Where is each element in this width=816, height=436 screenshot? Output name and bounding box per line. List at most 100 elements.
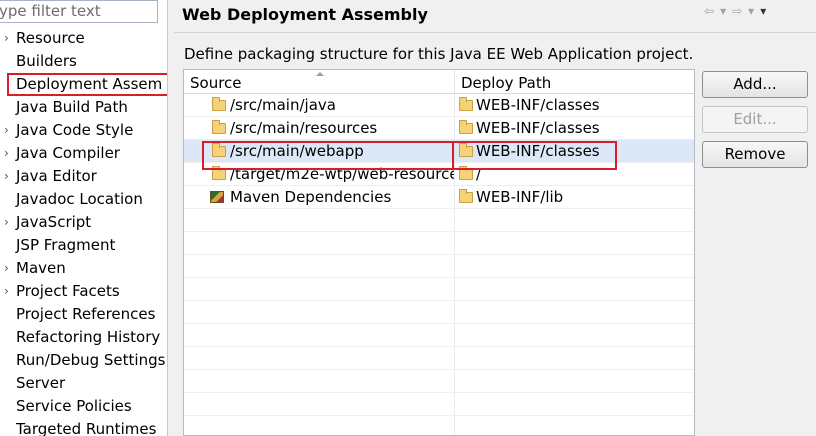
tree-item-run-debug-settings[interactable]: Run/Debug Settings [0, 349, 167, 372]
folder-icon [459, 166, 473, 180]
pane-sash[interactable] [168, 0, 173, 436]
tree-item-label: Java Compiler [16, 144, 120, 162]
column-header-label: Source [190, 74, 242, 92]
tree-item-jsp-fragment[interactable]: JSP Fragment [0, 234, 167, 257]
tree-item-label: Javadoc Location [16, 190, 143, 208]
deploy-path-cell: WEB-INF/classes [476, 96, 600, 114]
expand-arrow-icon[interactable]: › [4, 27, 14, 50]
table-row-selected[interactable]: /src/main/webapp WEB-INF/classes [184, 140, 694, 163]
back-arrow-icon[interactable]: ⇦ [704, 2, 714, 20]
folder-icon [459, 189, 473, 203]
folder-icon [459, 120, 473, 134]
tree-item-resource[interactable]: › Resource [0, 27, 167, 50]
properties-tree: › Resource Builders Deployment Assem Java… [0, 27, 167, 436]
table-row[interactable]: /src/main/java WEB-INF/classes [184, 94, 694, 117]
table-row-empty [184, 301, 694, 324]
tree-item-server[interactable]: Server [0, 372, 167, 395]
folder-icon [459, 97, 473, 111]
tree-item-javadoc-location[interactable]: Javadoc Location [0, 188, 167, 211]
deployment-assembly-table[interactable]: Source Deploy Path /src/main/java WEB-IN… [183, 69, 695, 436]
deploy-path-cell: / [476, 165, 482, 183]
tree-item-label: Run/Debug Settings [16, 351, 166, 369]
header-separator [174, 32, 816, 33]
tree-item-deployment-assembly[interactable]: Deployment Assem [7, 73, 167, 96]
tree-item-label: Service Policies [16, 397, 132, 415]
tree-item-java-compiler[interactable]: › Java Compiler [0, 142, 167, 165]
table-row[interactable]: /target/m2e-wtp/web-resources / [184, 163, 694, 186]
table-row-empty [184, 255, 694, 278]
source-cell: /src/main/java [230, 96, 336, 114]
tree-item-project-references[interactable]: Project References [0, 303, 167, 326]
folder-icon [212, 97, 226, 111]
view-menu-icon[interactable]: ▾ [760, 2, 766, 20]
table-row-empty [184, 232, 694, 255]
tree-item-label: Deployment Assem [16, 75, 163, 93]
table-header: Source Deploy Path [184, 70, 694, 94]
column-header-source[interactable]: Source [184, 70, 454, 94]
expand-arrow-icon[interactable]: › [4, 165, 14, 188]
deploy-path-cell: WEB-INF/lib [476, 188, 564, 206]
tree-item-builders[interactable]: Builders [0, 50, 167, 73]
folder-icon [212, 120, 226, 134]
page-navigation: ⇦ ▾ ⇨ ▾ ▾ [704, 2, 766, 20]
source-cell: /src/main/resources [230, 119, 378, 137]
expand-arrow-icon[interactable]: › [4, 257, 14, 280]
tree-item-label: Java Build Path [16, 98, 128, 116]
filter-input[interactable]: ype filter text [0, 0, 158, 23]
sort-ascending-icon [316, 72, 324, 76]
page-description: Define packaging structure for this Java… [184, 45, 694, 63]
table-row[interactable]: Maven Dependencies WEB-INF/lib [184, 186, 694, 209]
add-button[interactable]: Add... [702, 71, 808, 98]
back-dropdown-icon[interactable]: ▾ [720, 2, 726, 20]
tree-item-java-code-style[interactable]: › Java Code Style [0, 119, 167, 142]
folder-icon [459, 143, 473, 157]
expand-arrow-icon[interactable]: › [4, 119, 14, 142]
tree-item-refactoring-history[interactable]: Refactoring History [0, 326, 167, 349]
tree-item-label: Maven [16, 259, 66, 277]
tree-item-label: Resource [16, 29, 85, 47]
table-row-empty [184, 370, 694, 393]
source-cell: Maven Dependencies [230, 188, 392, 206]
tree-item-label: Refactoring History [16, 328, 161, 346]
tree-item-maven[interactable]: › Maven [0, 257, 167, 280]
page-title: Web Deployment Assembly [182, 5, 428, 24]
tree-item-java-build-path[interactable]: Java Build Path [0, 96, 167, 119]
tree-item-project-facets[interactable]: › Project Facets [0, 280, 167, 303]
maven-library-icon [210, 191, 224, 203]
edit-button[interactable]: Edit... [702, 106, 808, 133]
expand-arrow-icon[interactable]: › [4, 211, 14, 234]
tree-item-label: Java Code Style [16, 121, 134, 139]
tree-item-javascript[interactable]: › JavaScript [0, 211, 167, 234]
folder-icon [212, 166, 226, 180]
deploy-path-cell: WEB-INF/classes [476, 142, 600, 160]
tree-item-java-editor[interactable]: › Java Editor [0, 165, 167, 188]
tree-item-label: JSP Fragment [16, 236, 116, 254]
table-row-empty [184, 416, 694, 435]
remove-button[interactable]: Remove [702, 141, 808, 168]
tree-item-targeted-runtimes[interactable]: Targeted Runtimes [0, 418, 167, 436]
table-row[interactable]: /src/main/resources WEB-INF/classes [184, 117, 694, 140]
source-cell: /src/main/webapp [230, 142, 364, 160]
tree-item-label: Targeted Runtimes [16, 420, 157, 436]
table-row-empty [184, 393, 694, 416]
tree-item-label: Builders [16, 52, 77, 70]
column-header-deploy-path[interactable]: Deploy Path [454, 70, 694, 94]
tree-item-label: Server [16, 374, 66, 392]
source-cell: /target/m2e-wtp/web-resources [230, 165, 454, 183]
table-row-empty [184, 278, 694, 301]
forward-arrow-icon[interactable]: ⇨ [732, 2, 742, 20]
expand-arrow-icon[interactable]: › [4, 280, 14, 303]
properties-navigation: ype filter text › Resource Builders Deplo… [0, 0, 168, 436]
tree-item-label: JavaScript [16, 213, 92, 231]
deploy-path-cell: WEB-INF/classes [476, 119, 600, 137]
column-header-label: Deploy Path [461, 74, 552, 92]
tree-item-label: Java Editor [16, 167, 97, 185]
tree-item-label: Project References [16, 305, 156, 323]
table-row-empty [184, 347, 694, 370]
folder-icon [212, 143, 226, 157]
forward-dropdown-icon[interactable]: ▾ [748, 2, 754, 20]
table-row-empty [184, 209, 694, 232]
tree-item-service-policies[interactable]: Service Policies [0, 395, 167, 418]
expand-arrow-icon[interactable]: › [4, 142, 14, 165]
tree-item-label: Project Facets [16, 282, 120, 300]
